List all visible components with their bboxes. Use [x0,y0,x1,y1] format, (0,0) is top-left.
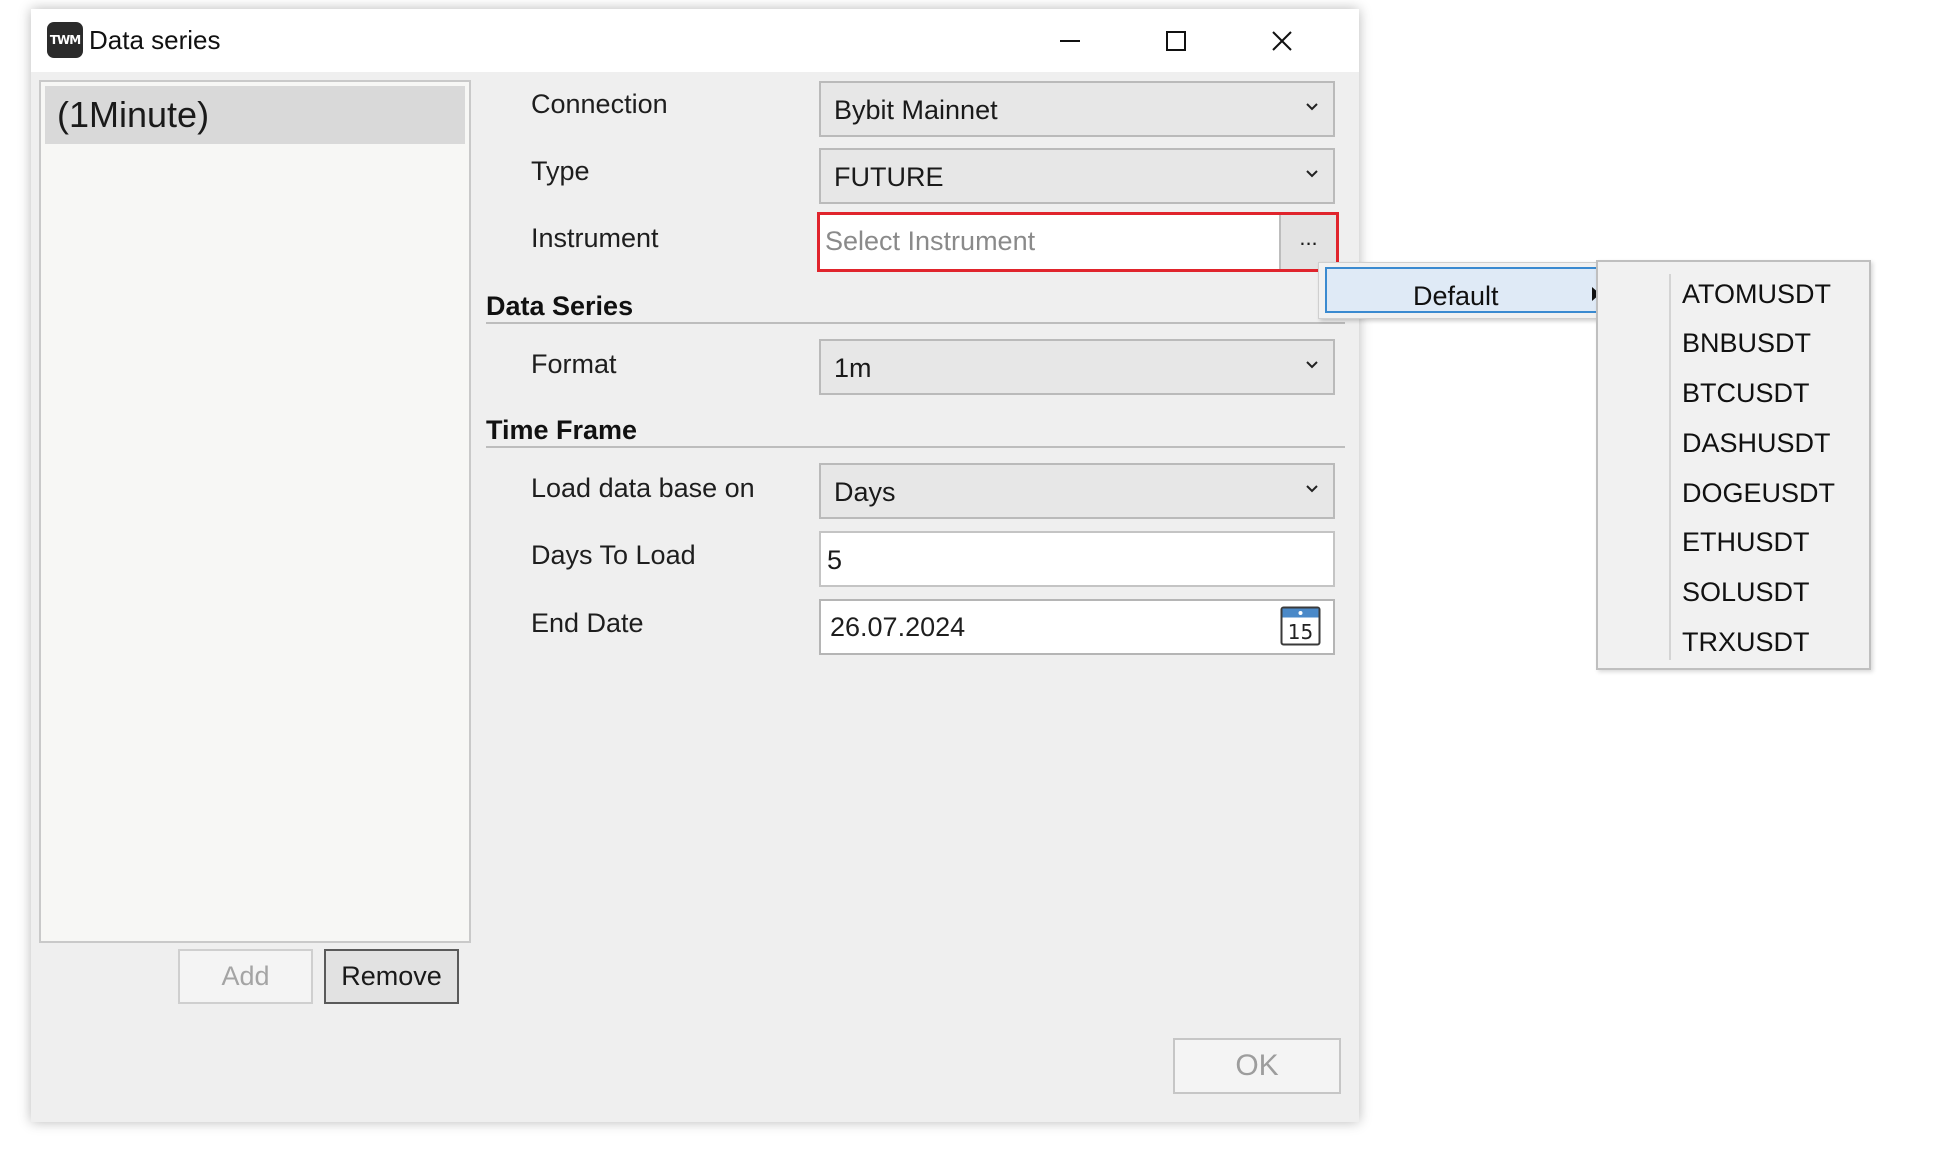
instrument-label: Instrument [531,223,659,253]
list-item[interactable]: (1Minute) [45,86,465,144]
chevron-down-icon [1306,170,1318,178]
menu-item-default-label: Default [1413,281,1499,311]
section-data-series: Data Series [486,291,634,321]
close-button[interactable] [1229,9,1335,72]
series-list[interactable]: (1Minute) [39,80,471,943]
menu-item-instrument[interactable]: DASHUSDT [1682,428,1831,459]
load-base-value: Days [834,477,896,507]
connection-label: Connection [531,89,668,119]
instrument-placeholder: Select Instrument [825,226,1036,256]
title-bar[interactable]: TWM Data series [31,9,1359,72]
connection-dropdown[interactable]: Bybit Mainnet [819,81,1335,137]
chevron-down-icon [1306,103,1318,111]
app-icon: TWM [47,22,83,58]
menu-item-instrument[interactable]: BNBUSDT [1682,328,1811,359]
close-icon [1272,30,1292,51]
menu-separator [1669,274,1671,660]
format-dropdown[interactable]: 1m [819,339,1335,395]
maximize-button[interactable] [1123,9,1229,72]
calendar-icon[interactable]: 15 [1280,606,1321,646]
menu-item-default[interactable]: Default [1325,267,1610,313]
window-title: Data series [89,25,221,55]
data-series-window: TWM Data series (1Minute) Add Remove Con… [31,9,1359,1122]
type-dropdown[interactable]: FUTURE [819,148,1335,204]
days-to-load-label: Days To Load [531,540,696,570]
instrument-context-menu: Default [1318,262,1615,319]
connection-value: Bybit Mainnet [834,95,998,125]
minimize-button[interactable] [1017,9,1123,72]
end-date-label: End Date [531,608,644,638]
menu-item-instrument[interactable]: BTCUSDT [1682,378,1810,409]
days-to-load-input[interactable]: 5 [819,531,1335,587]
menu-item-instrument[interactable]: TRXUSDT [1682,627,1810,658]
browse-instrument-button[interactable]: ... [1279,215,1336,269]
maximize-icon [1166,30,1186,51]
type-value: FUTURE [834,162,944,192]
section-divider [486,446,1345,448]
format-value: 1m [834,353,872,383]
chevron-down-icon [1306,361,1318,369]
add-button[interactable]: Add [178,949,313,1004]
instrument-field[interactable]: Select Instrument ... [817,212,1339,272]
menu-item-instrument[interactable]: DOGEUSDT [1682,478,1835,509]
instrument-submenu: ATOMUSDT BNBUSDT BTCUSDT DASHUSDT DOGEUS… [1596,260,1871,670]
remove-button[interactable]: Remove [324,949,459,1004]
format-label: Format [531,349,617,379]
minimize-icon [1060,39,1080,42]
menu-item-instrument[interactable]: ATOMUSDT [1682,279,1831,310]
section-time-frame: Time Frame [486,415,638,445]
chevron-down-icon [1306,485,1318,493]
load-base-dropdown[interactable]: Days [819,463,1335,519]
load-base-label: Load data base on [531,473,755,503]
type-label: Type [531,156,590,186]
calendar-day: 15 [1288,620,1313,644]
end-date-value: 26.07.2024 [830,612,966,642]
ok-button[interactable]: OK [1173,1038,1341,1094]
end-date-picker[interactable]: 26.07.2024 15 [819,599,1335,655]
menu-item-instrument[interactable]: ETHUSDT [1682,527,1810,558]
days-to-load-value: 5 [827,545,843,575]
menu-item-instrument[interactable]: SOLUSDT [1682,577,1810,608]
section-divider [486,322,1345,324]
